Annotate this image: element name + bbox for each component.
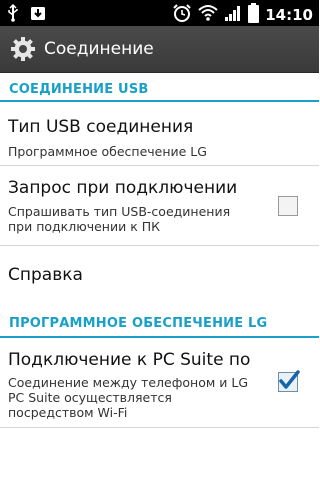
item-title: Запрос при подключении: [8, 178, 238, 198]
action-bar: Соединение: [0, 26, 319, 73]
section-header-usb: СОЕДИНЕНИЕ USB: [0, 78, 319, 102]
item-summary-line-1: Спрашивать тип USB-соединения: [8, 204, 231, 219]
signal-icon: [224, 4, 242, 26]
item-title: Тип USB соединения: [8, 117, 194, 137]
battery-icon: [248, 3, 260, 27]
download-icon: [30, 5, 46, 25]
item-summary-line-3: посредством Wi-Fi: [8, 405, 128, 420]
section-header-label: ПРОГРАММНОЕ ОБЕСПЕЧЕНИЕ LG: [9, 316, 268, 331]
item-summary-line-1: Соединение между телефоном и LG: [8, 375, 249, 390]
ask-on-connect-checkbox[interactable]: [278, 196, 298, 216]
status-time: 14:10: [265, 6, 313, 24]
list-divider: [0, 427, 319, 428]
wifi-icon: [198, 4, 218, 26]
ask-on-connect-item[interactable]: Запрос при подключении Спрашивать тип US…: [0, 166, 319, 245]
settings-gear-icon[interactable]: [10, 36, 36, 62]
item-summary-line-2: PC Suite осуществляется: [8, 390, 172, 405]
section-header-label: СОЕДИНЕНИЕ USB: [9, 82, 149, 97]
item-title: Подключение к PC Suite по W: [8, 350, 254, 370]
item-title: Справка: [8, 265, 83, 285]
alarm-icon: [172, 3, 192, 27]
help-item[interactable]: Справка: [0, 246, 319, 308]
status-bar: 14:10: [0, 0, 319, 26]
checkmark-icon: [279, 370, 300, 389]
item-summary-line-2: при подключении к ПК: [8, 219, 160, 234]
page-title: Соединение: [44, 39, 154, 59]
pc-suite-wifi-item[interactable]: Подключение к PC Suite по W Соединение м…: [0, 338, 319, 426]
section-header-lg-software: ПРОГРАММНОЕ ОБЕСПЕЧЕНИЕ LG: [0, 312, 319, 338]
usb-icon: [6, 3, 20, 26]
usb-type-item[interactable]: Тип USB соединения Программное обеспечен…: [0, 102, 319, 164]
item-summary: Программное обеспечение LG: [8, 144, 207, 159]
pc-suite-wifi-checkbox[interactable]: [278, 370, 300, 392]
